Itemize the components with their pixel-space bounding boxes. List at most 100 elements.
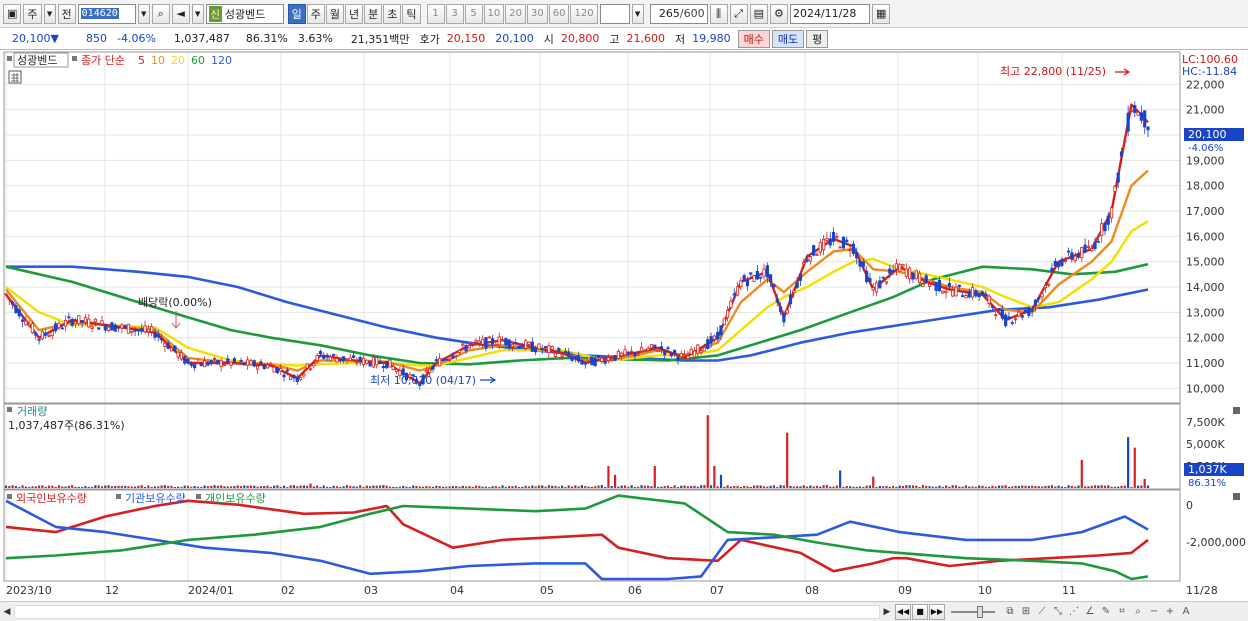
interval-custom-input[interactable] — [599, 3, 630, 24]
candle-icon[interactable]: ⫼ — [709, 3, 728, 24]
volume-bar — [789, 485, 792, 488]
volume-bars — [4, 415, 1150, 488]
jeon-label: 전 — [61, 7, 72, 21]
volume-bar — [1014, 485, 1017, 488]
candle-body — [865, 270, 869, 282]
zoom-icon[interactable]: ⌕ — [1131, 605, 1145, 619]
candle-body — [1013, 318, 1018, 321]
interval-tab-1[interactable]: 3 — [445, 3, 464, 24]
forward-icon[interactable]: ▶▶ — [929, 603, 945, 620]
zoom-in-icon[interactable]: + — [1163, 605, 1177, 619]
volume-bar — [28, 486, 31, 488]
volume-bar — [825, 485, 829, 488]
price-y-tick: 21,000 — [1186, 104, 1225, 117]
save-icon[interactable]: ▤ — [749, 3, 768, 24]
scroll-right-icon[interactable]: ▶ — [880, 604, 894, 620]
fib-tool-icon[interactable]: ⋰ — [1067, 605, 1081, 619]
search-icon[interactable]: ⌕ — [151, 3, 170, 24]
candle-body — [282, 374, 286, 378]
candle-body — [947, 282, 951, 287]
speaker-dropdown-icon[interactable]: ▼ — [191, 3, 204, 24]
period-tab-0[interactable]: 일 — [287, 3, 306, 24]
volume-bar — [627, 486, 630, 488]
scroll-track[interactable] — [14, 604, 880, 619]
draw-tool-icon[interactable]: ✎ — [1099, 605, 1113, 619]
date-input[interactable]: 2024/11/28 — [789, 3, 870, 24]
candle-body — [712, 335, 716, 340]
layout-icon[interactable]: ▣ — [3, 3, 22, 24]
volume-bar — [41, 485, 44, 488]
volume-bar — [852, 486, 855, 488]
interval-dropdown-icon[interactable]: ▼ — [631, 3, 644, 24]
panel-split-icon[interactable]: ⧉ — [1003, 605, 1017, 619]
volume-bar — [329, 486, 332, 488]
candle-body — [176, 351, 180, 358]
interval-tab-2[interactable]: 5 — [464, 3, 483, 24]
candle-body — [732, 293, 736, 296]
volume-bar — [567, 485, 570, 488]
jeon-button[interactable]: 전 — [57, 3, 76, 24]
period-tab-5[interactable]: 초 — [383, 3, 402, 24]
rewind-icon[interactable]: ◀◀ — [895, 603, 911, 620]
volume-bar — [951, 485, 954, 488]
scroll-left-icon[interactable]: ◀ — [0, 604, 14, 620]
font-size-icon[interactable]: A — [1179, 605, 1193, 619]
period-tab-6[interactable]: 틱 — [402, 3, 421, 24]
stock-chart[interactable]: 성광벤드 종가 단순 5 10 20 60 120 최고 22,800 (11/25) … — [0, 51, 1248, 601]
interval-tab-7[interactable]: 120 — [570, 3, 598, 24]
stop-icon[interactable]: ■ — [912, 603, 928, 620]
candle-body — [775, 298, 779, 303]
candle-body — [970, 287, 975, 298]
speaker-icon[interactable]: ◄ — [171, 3, 190, 24]
interval-tab-6[interactable]: 60 — [548, 3, 570, 24]
period-tab-2[interactable]: 월 — [325, 3, 345, 24]
panel-add-icon[interactable]: ⊞ — [1019, 605, 1033, 619]
volume-panel-close-icon[interactable] — [1233, 407, 1240, 414]
gear-icon[interactable]: ⚙ — [769, 3, 788, 24]
volume-bar — [1107, 485, 1110, 488]
period-tab-4[interactable]: 분 — [364, 3, 383, 24]
calendar-icon[interactable]: ▦ — [871, 3, 891, 24]
market-dropdown-icon[interactable]: ▼ — [43, 3, 56, 24]
candle-body — [1070, 252, 1074, 260]
line-tool-icon[interactable]: ⟋ — [1035, 605, 1049, 619]
candle-body — [590, 356, 594, 366]
candle-body — [818, 242, 822, 253]
candle-body — [457, 350, 462, 353]
period-tab-1[interactable]: 주 — [306, 3, 325, 24]
interval-tab-5[interactable]: 30 — [527, 3, 548, 24]
code-dropdown-icon[interactable]: ▼ — [137, 3, 150, 24]
buy-button[interactable]: 매수 — [737, 29, 770, 48]
chart-area[interactable]: 성광벤드 종가 단순 5 10 20 60 120 최고 22,800 (11/25) … — [0, 51, 1248, 601]
period-tab-3[interactable]: 년 — [345, 3, 364, 24]
candle-body — [845, 239, 849, 242]
zoom-slider[interactable] — [951, 605, 995, 618]
angle-tool-icon[interactable]: ∠ — [1083, 605, 1097, 619]
interval-tab-0[interactable]: 1 — [426, 3, 445, 24]
trend-tool-icon[interactable]: ⤡ — [1051, 605, 1065, 619]
zoom-slider-thumb[interactable] — [977, 605, 983, 618]
market-select[interactable]: 주 — [23, 3, 42, 24]
candle-body — [73, 321, 78, 325]
avg-button[interactable]: 평 — [806, 29, 829, 48]
interval-tab-4[interactable]: 20 — [505, 3, 526, 24]
ma-legend-item: 120 — [211, 54, 232, 67]
stock-name-field[interactable]: 신 성광벤드 — [205, 3, 284, 24]
crosshair-icon[interactable]: ⤢ — [729, 3, 748, 24]
dividend-note: 배당락(0.00%) — [138, 296, 212, 309]
volume-bar — [107, 485, 110, 488]
text-tool-icon[interactable]: ⌗ — [1115, 605, 1129, 619]
interval-tab-3[interactable]: 10 — [483, 3, 505, 24]
interval-tabs: 1 3 5 10 20 30 60 120 — [426, 3, 598, 24]
volume-bar — [282, 485, 286, 488]
candle-body — [494, 343, 498, 346]
zoom-out-icon[interactable]: − — [1147, 605, 1161, 619]
holding-panel-close-icon[interactable] — [1233, 493, 1240, 500]
candle-body — [189, 362, 193, 366]
volume-bar — [398, 486, 402, 488]
candle-body — [507, 339, 511, 348]
sell-button[interactable]: 매도 — [771, 29, 805, 48]
count-input[interactable]: 265/600 — [649, 3, 708, 24]
candle-body — [954, 286, 958, 297]
stock-code-input[interactable]: 014620 — [77, 3, 136, 24]
